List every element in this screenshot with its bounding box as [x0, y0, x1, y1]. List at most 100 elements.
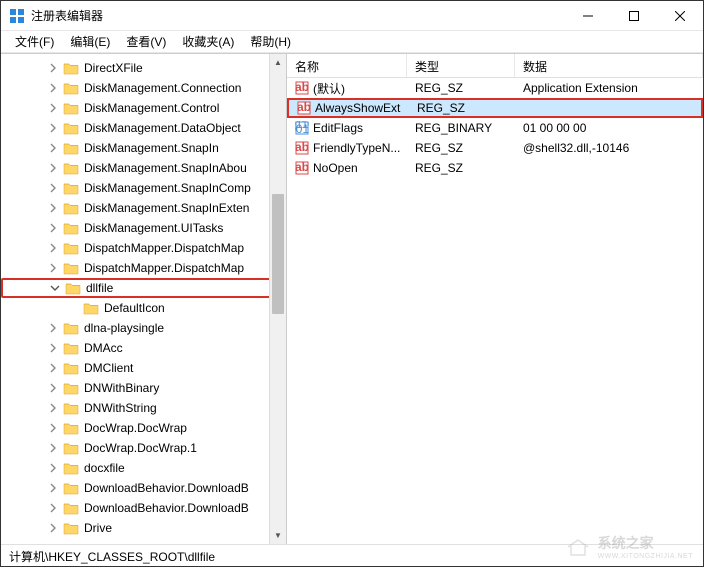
tree-item-label: DiskManagement.SnapIn	[84, 141, 219, 155]
tree-item-label: DispatchMapper.DispatchMap	[84, 241, 244, 255]
tree-item[interactable]: DMClient	[1, 358, 286, 378]
column-name[interactable]: 名称	[287, 54, 407, 77]
menu-view[interactable]: 查看(V)	[118, 31, 174, 52]
column-data[interactable]: 数据	[515, 54, 703, 77]
svg-text:ab: ab	[295, 81, 309, 94]
tree-item[interactable]: docxfile	[1, 458, 286, 478]
reg-string-icon: ab	[295, 81, 309, 95]
chevron-right-icon[interactable]	[47, 442, 59, 454]
tree-item-label: DirectXFile	[84, 61, 143, 75]
maximize-button[interactable]	[611, 1, 657, 31]
folder-icon	[63, 241, 79, 255]
chevron-right-icon[interactable]	[47, 182, 59, 194]
list-row[interactable]: abNoOpenREG_SZ	[287, 158, 703, 178]
chevron-down-icon[interactable]	[49, 282, 61, 294]
menu-file[interactable]: 文件(F)	[7, 31, 62, 52]
tree-item[interactable]: DownloadBehavior.DownloadB	[1, 478, 286, 498]
tree-item[interactable]: DocWrap.DocWrap.1	[1, 438, 286, 458]
tree-item-label: DNWithBinary	[84, 381, 159, 395]
tree-item[interactable]: dlna-playsingle	[1, 318, 286, 338]
folder-icon	[63, 481, 79, 495]
status-path: 计算机\HKEY_CLASSES_ROOT\dllfile	[9, 550, 215, 564]
tree-item[interactable]: DiskManagement.SnapInExten	[1, 198, 286, 218]
folder-icon	[63, 161, 79, 175]
list-panel: 名称 类型 数据 ab(默认)REG_SZApplication Extensi…	[287, 54, 703, 544]
chevron-right-icon[interactable]	[47, 522, 59, 534]
tree-item[interactable]: DiskManagement.SnapInAbou	[1, 158, 286, 178]
tree-item[interactable]: DefaultIcon	[1, 298, 286, 318]
tree-item[interactable]: DownloadBehavior.DownloadB	[1, 498, 286, 518]
statusbar: 计算机\HKEY_CLASSES_ROOT\dllfile	[1, 544, 703, 566]
tree-item-label: DiskManagement.UITasks	[84, 221, 223, 235]
chevron-right-icon[interactable]	[47, 322, 59, 334]
chevron-right-icon[interactable]	[47, 502, 59, 514]
menu-edit[interactable]: 编辑(E)	[62, 31, 118, 52]
tree-item[interactable]: DiskManagement.SnapInComp	[1, 178, 286, 198]
chevron-right-icon[interactable]	[47, 382, 59, 394]
chevron-right-icon[interactable]	[47, 62, 59, 74]
list-row[interactable]: 01100011EditFlagsREG_BINARY01 00 00 00	[287, 118, 703, 138]
chevron-right-icon[interactable]	[47, 82, 59, 94]
tree-item[interactable]: DiskManagement.UITasks	[1, 218, 286, 238]
tree-item-label: DiskManagement.DataObject	[84, 121, 241, 135]
close-button[interactable]	[657, 1, 703, 31]
tree-item-label: DocWrap.DocWrap	[84, 421, 187, 435]
chevron-right-icon[interactable]	[47, 362, 59, 374]
tree-item[interactable]: DocWrap.DocWrap	[1, 418, 286, 438]
list-row[interactable]: abFriendlyTypeN...REG_SZ@shell32.dll,-10…	[287, 138, 703, 158]
window-controls	[565, 1, 703, 31]
folder-icon	[63, 501, 79, 515]
folder-icon	[63, 101, 79, 115]
folder-icon	[63, 461, 79, 475]
scroll-thumb[interactable]	[272, 194, 284, 314]
cell-name: abFriendlyTypeN...	[287, 141, 407, 155]
tree-item[interactable]: Drive	[1, 518, 286, 538]
tree-item[interactable]: DNWithBinary	[1, 378, 286, 398]
chevron-right-icon[interactable]	[47, 122, 59, 134]
column-type[interactable]: 类型	[407, 54, 515, 77]
scroll-up-icon[interactable]: ▲	[270, 54, 286, 71]
chevron-right-icon[interactable]	[47, 422, 59, 434]
list-row[interactable]: ab(默认)REG_SZApplication Extension	[287, 78, 703, 98]
tree-item-label: Drive	[84, 521, 112, 535]
tree-scrollbar[interactable]: ▲ ▼	[269, 54, 286, 544]
tree-item[interactable]: DMAcc	[1, 338, 286, 358]
chevron-right-icon[interactable]	[47, 202, 59, 214]
menu-help[interactable]: 帮助(H)	[242, 31, 299, 52]
minimize-button[interactable]	[565, 1, 611, 31]
tree-item-label: DocWrap.DocWrap.1	[84, 441, 197, 455]
cell-type: REG_SZ	[407, 161, 515, 175]
chevron-right-icon[interactable]	[47, 342, 59, 354]
tree-item[interactable]: DNWithString	[1, 398, 286, 418]
tree-item[interactable]: DiskManagement.SnapIn	[1, 138, 286, 158]
tree-item[interactable]: DiskManagement.Control	[1, 98, 286, 118]
tree-item[interactable]: dllfile	[1, 278, 286, 298]
chevron-right-icon[interactable]	[47, 462, 59, 474]
folder-icon	[63, 121, 79, 135]
chevron-right-icon[interactable]	[47, 162, 59, 174]
chevron-right-icon[interactable]	[47, 242, 59, 254]
reg-string-icon: ab	[297, 101, 311, 115]
chevron-right-icon[interactable]	[47, 222, 59, 234]
folder-icon	[63, 261, 79, 275]
chevron-right-icon[interactable]	[47, 262, 59, 274]
tree-item[interactable]: DirectXFile	[1, 58, 286, 78]
list-row[interactable]: abAlwaysShowExtREG_SZ	[287, 98, 703, 118]
tree-item-label: docxfile	[84, 461, 125, 475]
chevron-right-icon[interactable]	[47, 142, 59, 154]
tree-item[interactable]: DispatchMapper.DispatchMap	[1, 258, 286, 278]
scroll-down-icon[interactable]: ▼	[270, 527, 286, 544]
tree-scroll[interactable]: DirectXFile DiskManagement.Connection Disk…	[1, 54, 286, 544]
tree-item-label: dllfile	[86, 281, 113, 295]
tree-item[interactable]: DiskManagement.DataObject	[1, 118, 286, 138]
menu-favorites[interactable]: 收藏夹(A)	[174, 31, 242, 52]
tree-item-label: DiskManagement.Connection	[84, 81, 241, 95]
chevron-right-icon[interactable]	[47, 482, 59, 494]
chevron-right-icon[interactable]	[47, 102, 59, 114]
tree-item[interactable]: DispatchMapper.DispatchMap	[1, 238, 286, 258]
chevron-right-icon[interactable]	[47, 402, 59, 414]
folder-icon	[63, 381, 79, 395]
tree-item-label: DiskManagement.SnapInAbou	[84, 161, 247, 175]
tree-item[interactable]: DiskManagement.Connection	[1, 78, 286, 98]
reg-string-icon: ab	[295, 141, 309, 155]
